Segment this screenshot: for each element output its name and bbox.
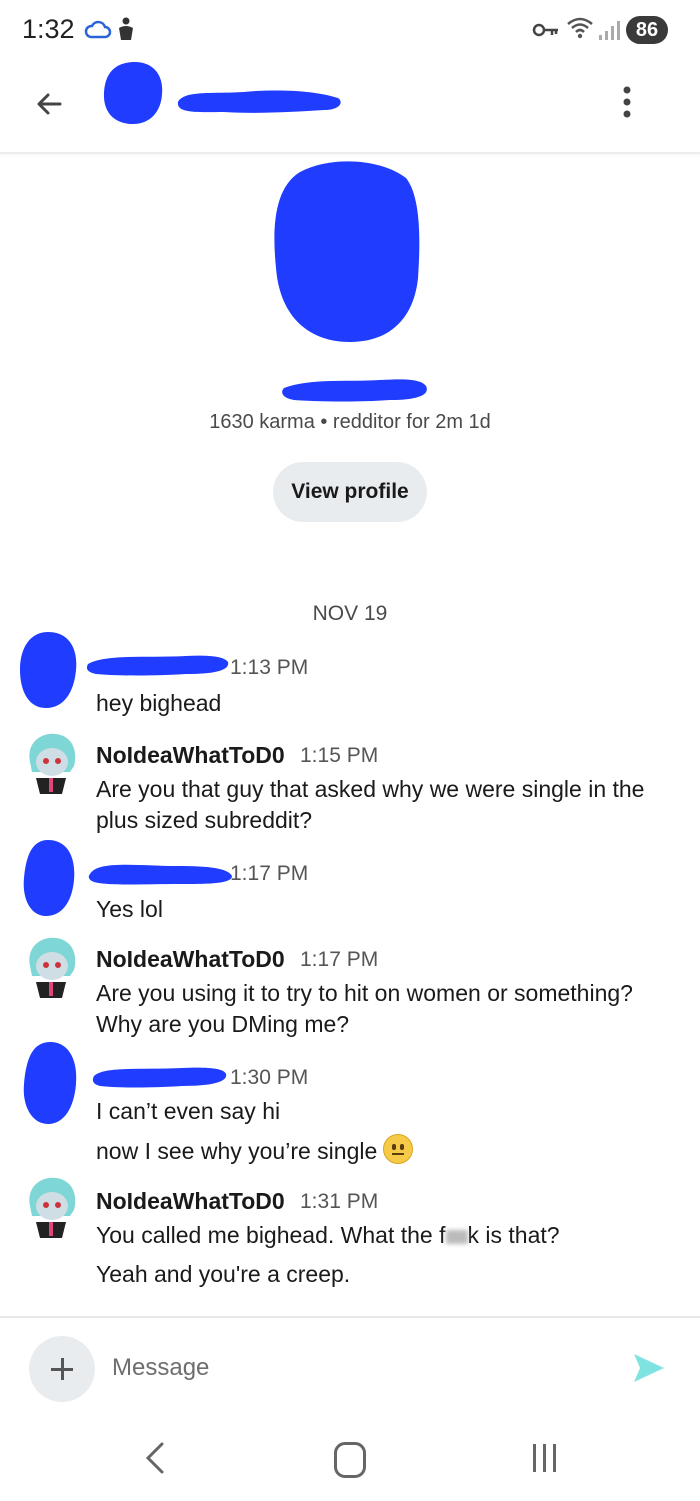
sender-name-redacted bbox=[88, 864, 232, 885]
status-time: 1:32 bbox=[22, 14, 75, 44]
message-text: Are you that guy that asked why we were … bbox=[96, 776, 645, 833]
vpn-key-icon bbox=[532, 23, 558, 37]
message-username[interactable]: NoIdeaWhatToD0 bbox=[96, 742, 285, 769]
chat-header bbox=[0, 60, 700, 154]
message-text: You called me bighead. What the f k is th… bbox=[96, 1220, 676, 1251]
message-text: Yeah and you're a creep. bbox=[96, 1261, 351, 1287]
message-text: Are you using it to try to hit on women … bbox=[96, 980, 633, 1037]
accessibility-icon bbox=[119, 17, 133, 40]
message-composer: Message bbox=[0, 1316, 700, 1418]
more-options-button[interactable] bbox=[612, 80, 642, 124]
wifi-icon bbox=[567, 17, 593, 39]
message-text-span: k is that? bbox=[467, 1222, 560, 1248]
message-text-span: now I see why you’re single bbox=[96, 1138, 378, 1164]
view-profile-button[interactable]: View profile bbox=[273, 462, 427, 522]
sender-avatar-redacted[interactable] bbox=[20, 838, 78, 918]
message-time: 1:31 PM bbox=[300, 1190, 379, 1213]
message-text: hey bighead bbox=[96, 690, 222, 716]
nav-back-icon[interactable] bbox=[140, 1440, 170, 1476]
neutral-face-emoji-icon bbox=[383, 1134, 414, 1164]
back-button[interactable] bbox=[30, 82, 74, 126]
message-time: 1:13 PM bbox=[230, 656, 309, 679]
sender-name-redacted bbox=[86, 655, 229, 676]
message-text: now I see why you’re single bbox=[96, 1134, 676, 1167]
censor-blur bbox=[445, 1230, 468, 1244]
message-time: 1:15 PM bbox=[300, 744, 379, 767]
nav-recents-icon[interactable] bbox=[530, 1442, 560, 1474]
date-separator: NOV 19 bbox=[312, 602, 388, 625]
profile-username-redacted bbox=[282, 379, 427, 402]
send-button[interactable] bbox=[632, 1352, 666, 1384]
header-avatar-redacted[interactable] bbox=[100, 60, 166, 126]
snoo-avatar[interactable] bbox=[22, 936, 80, 1000]
signal-icon bbox=[599, 21, 620, 40]
header-username-redacted bbox=[177, 90, 341, 113]
status-bar: 1:32 86 bbox=[0, 0, 700, 60]
snoo-avatar[interactable] bbox=[22, 732, 80, 796]
message-username[interactable]: NoIdeaWhatToD0 bbox=[96, 1188, 285, 1215]
message-input[interactable]: Message bbox=[112, 1354, 209, 1382]
message-text: Yes lol bbox=[96, 896, 163, 922]
nav-home-icon[interactable] bbox=[334, 1442, 366, 1478]
profile-stats: 1630 karma • redditor for 2m 1d bbox=[209, 411, 491, 433]
add-attachment-button[interactable] bbox=[29, 1336, 95, 1402]
battery-indicator: 86 bbox=[626, 16, 668, 44]
system-nav-bar bbox=[0, 1416, 700, 1501]
message-username[interactable]: NoIdeaWhatToD0 bbox=[96, 946, 285, 973]
sender-name-redacted bbox=[92, 1067, 227, 1088]
message-time: 1:17 PM bbox=[300, 948, 379, 971]
message-text: I can’t even say hi bbox=[96, 1098, 281, 1124]
snoo-avatar[interactable] bbox=[22, 1176, 80, 1240]
sender-avatar-redacted[interactable] bbox=[18, 630, 80, 710]
plus-icon bbox=[61, 1358, 64, 1380]
message-time: 1:30 PM bbox=[230, 1066, 309, 1089]
cloud-icon bbox=[84, 20, 112, 39]
message-time: 1:17 PM bbox=[230, 862, 309, 885]
sender-avatar-redacted[interactable] bbox=[20, 1040, 80, 1126]
profile-avatar-redacted[interactable] bbox=[270, 158, 424, 346]
message-text-span: You called me bighead. What the f bbox=[96, 1222, 446, 1248]
